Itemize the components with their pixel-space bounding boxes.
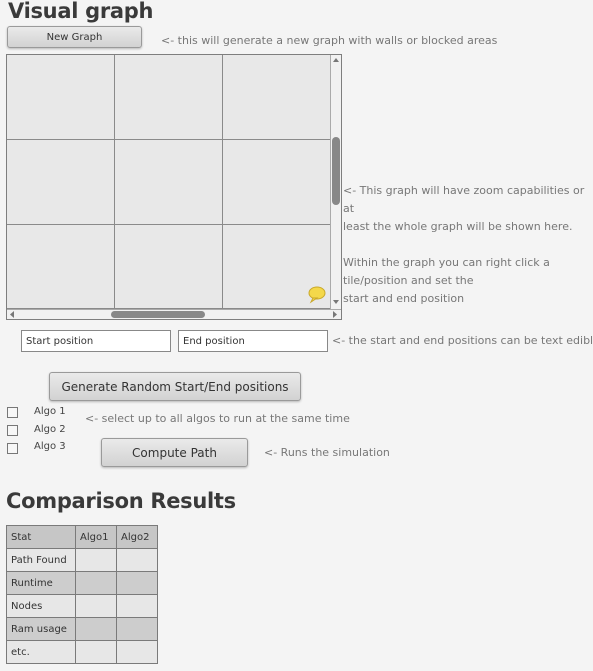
table-cell: Ram usage bbox=[6, 617, 76, 641]
positions-note: <- the start and end positions can be te… bbox=[332, 334, 593, 347]
table-cell: Runtime bbox=[6, 571, 76, 595]
algo-2-checkbox[interactable] bbox=[7, 425, 18, 436]
vertical-scrollbar[interactable] bbox=[330, 55, 341, 309]
algo-3-label: Algo 3 bbox=[34, 441, 66, 452]
graph-note-line: start and end position bbox=[343, 292, 465, 305]
table-row: etc. bbox=[6, 640, 158, 664]
table-row: Ram usage bbox=[6, 617, 158, 641]
algo-1-checkbox[interactable] bbox=[7, 407, 18, 418]
graph-tile[interactable] bbox=[115, 225, 223, 309]
graph-tile[interactable] bbox=[7, 225, 115, 309]
graph-tile[interactable] bbox=[223, 55, 331, 140]
generate-random-positions-button[interactable]: Generate Random Start/End positions bbox=[49, 372, 301, 401]
table-cell bbox=[116, 594, 158, 618]
table-header-row: Stat Algo1 Algo2 bbox=[6, 525, 158, 549]
scroll-up-icon[interactable] bbox=[333, 57, 339, 63]
graph-tile[interactable] bbox=[115, 55, 223, 140]
graph-note-line: <- This graph will have zoom capabilitie… bbox=[343, 184, 585, 215]
table-cell bbox=[116, 617, 158, 641]
graph-tile[interactable] bbox=[223, 140, 331, 225]
table-header: Algo2 bbox=[116, 525, 158, 549]
scroll-down-icon[interactable] bbox=[333, 299, 339, 305]
algo-1-label: Algo 1 bbox=[34, 406, 66, 417]
results-table: Stat Algo1 Algo2 Path Found Runtime Node… bbox=[6, 525, 158, 664]
table-row: Runtime bbox=[6, 571, 158, 595]
graph-notes: <- This graph will have zoom capabilitie… bbox=[343, 182, 591, 308]
new-graph-note: <- this will generate a new graph with w… bbox=[161, 34, 498, 47]
table-row: Path Found bbox=[6, 548, 158, 572]
table-header: Algo1 bbox=[75, 525, 117, 549]
table-cell: etc. bbox=[6, 640, 76, 664]
table-cell bbox=[116, 640, 158, 664]
graph-viewport[interactable] bbox=[6, 54, 342, 320]
algos-note: <- select up to all algos to run at the … bbox=[85, 412, 350, 425]
graph-tile[interactable] bbox=[7, 140, 115, 225]
graph-tile[interactable] bbox=[115, 140, 223, 225]
table-cell bbox=[75, 617, 117, 641]
compute-note: <- Runs the simulation bbox=[264, 446, 390, 459]
horizontal-scrollbar[interactable] bbox=[7, 309, 341, 319]
results-title: Comparison Results bbox=[6, 489, 236, 513]
algo-2-label: Algo 2 bbox=[34, 424, 66, 435]
graph-note-spacer bbox=[343, 236, 591, 254]
start-position-input[interactable] bbox=[21, 330, 171, 352]
compute-path-button[interactable]: Compute Path bbox=[101, 438, 248, 467]
table-cell bbox=[75, 571, 117, 595]
table-cell bbox=[116, 548, 158, 572]
table-cell bbox=[75, 594, 117, 618]
algo-3-checkbox[interactable] bbox=[7, 443, 18, 454]
end-position-input[interactable] bbox=[178, 330, 328, 352]
table-cell bbox=[75, 548, 117, 572]
scroll-left-icon[interactable] bbox=[9, 311, 15, 318]
graph-note-line: tile/position and set the bbox=[343, 274, 474, 287]
vertical-scroll-thumb[interactable] bbox=[332, 137, 340, 205]
table-cell: Path Found bbox=[6, 548, 76, 572]
table-header: Stat bbox=[6, 525, 76, 549]
page-title: Visual graph bbox=[8, 0, 154, 23]
table-row: Nodes bbox=[6, 594, 158, 618]
graph-tile[interactable] bbox=[7, 55, 115, 140]
graph-note-line: Within the graph you can right click a bbox=[343, 256, 550, 269]
speech-bubble-icon bbox=[308, 286, 326, 304]
graph-note-line: least the whole graph will be shown here… bbox=[343, 220, 573, 233]
horizontal-scroll-thumb[interactable] bbox=[111, 311, 205, 318]
table-cell: Nodes bbox=[6, 594, 76, 618]
table-cell bbox=[75, 640, 117, 664]
new-graph-button[interactable]: New Graph bbox=[7, 26, 142, 48]
table-cell bbox=[116, 571, 158, 595]
scroll-right-icon[interactable] bbox=[332, 311, 338, 318]
